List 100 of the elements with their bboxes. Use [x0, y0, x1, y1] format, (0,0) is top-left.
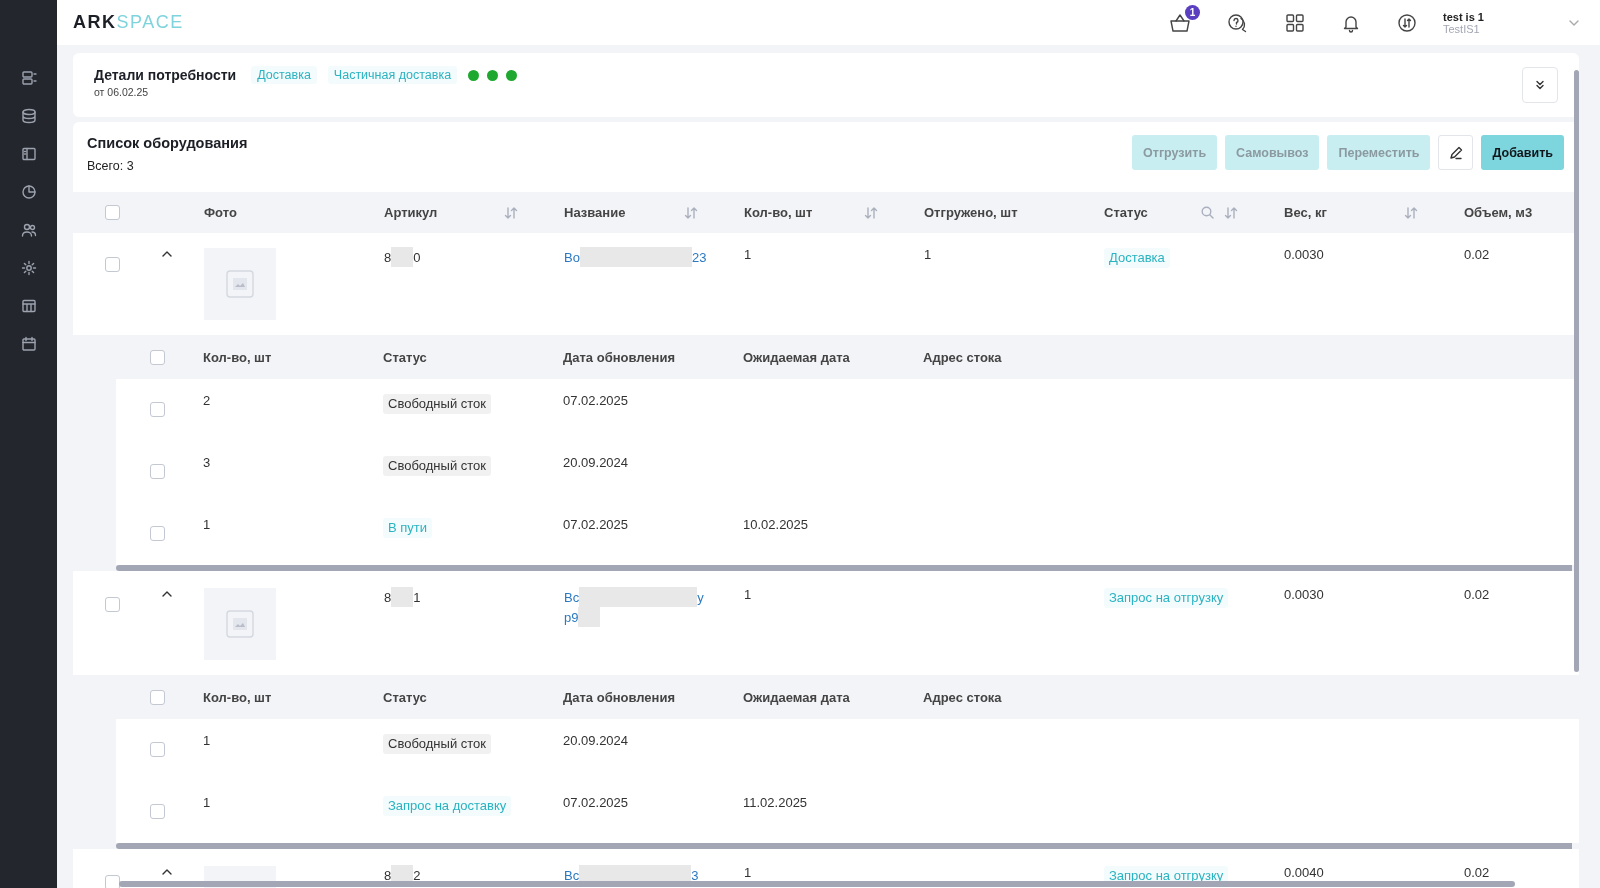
sort-icon[interactable]	[1404, 206, 1418, 219]
checkbox[interactable]	[150, 402, 165, 417]
image-icon	[226, 270, 254, 298]
list-icon[interactable]	[20, 70, 37, 86]
total-count: Всего: 3	[87, 159, 135, 173]
checkbox[interactable]	[150, 464, 165, 479]
column-header: Фото	[204, 205, 238, 220]
table-cell: 07.02.2025	[563, 795, 629, 810]
table-cell: 0.02	[1464, 587, 1490, 602]
sort-icon[interactable]	[864, 206, 878, 219]
user-login: TestIS1	[1443, 22, 1481, 35]
section-title: Список оборудования	[87, 135, 248, 151]
table-cell: 2	[203, 393, 211, 408]
chat-question-icon[interactable]	[1227, 12, 1249, 33]
basket-icon[interactable]	[1169, 12, 1191, 33]
user-name: test is 1	[1443, 10, 1485, 23]
column-header: Кол-во, шт	[744, 205, 814, 220]
checkbox[interactable]	[150, 689, 165, 705]
column-header: Артикул	[384, 205, 439, 220]
caret-up-icon[interactable]	[161, 869, 172, 875]
table-cell: 1	[203, 795, 211, 810]
sort-icon[interactable]	[504, 206, 518, 219]
column-header: Дата обновления	[562, 689, 677, 705]
table-cell: 11.02.2025	[743, 795, 808, 810]
chart-icon[interactable]	[20, 184, 37, 200]
column-header: Название	[564, 205, 627, 220]
table-cell: 1	[744, 865, 752, 880]
table-cell: 1	[203, 517, 211, 532]
table-cell: 0.0030	[1284, 587, 1324, 602]
table-cell: 20.09.2024	[563, 733, 629, 748]
search-icon[interactable]	[1201, 206, 1214, 219]
caret-up-icon[interactable]	[161, 251, 172, 257]
logo-text: SPACE	[116, 12, 184, 33]
status-badge: Свободный сток	[383, 394, 491, 414]
sort-icon[interactable]	[1224, 206, 1238, 219]
status-badge: Свободный сток	[383, 456, 491, 476]
horizontal-scrollbar[interactable]	[116, 843, 1572, 849]
table-cell: 1	[203, 733, 211, 748]
column-header: Статус	[382, 689, 428, 705]
logo[interactable]: ARKSPACE	[73, 12, 184, 33]
item-link[interactable]: Во 23	[564, 247, 707, 267]
column-header: Вес, кг	[1284, 205, 1328, 220]
table-cell: 0.02	[1464, 865, 1490, 880]
sort-icon[interactable]	[684, 206, 698, 219]
sync-icon[interactable]	[1397, 12, 1417, 33]
column-header: Объем, м3	[1464, 205, 1534, 220]
date-label: от 06.02.25	[94, 86, 150, 98]
double-chevron-icon	[1535, 80, 1545, 90]
table-cell: 0.02	[1464, 247, 1490, 262]
item-link[interactable]: Вс у р9	[564, 587, 704, 627]
chevron-down-icon[interactable]	[1568, 18, 1580, 27]
notification-badge: 1	[1185, 4, 1200, 20]
logo-text: ARK	[73, 12, 117, 33]
table-cell: 1	[744, 587, 752, 602]
edit-button[interactable]	[1438, 135, 1474, 170]
status-tag: Доставка	[251, 66, 317, 84]
pencil-icon	[1448, 145, 1463, 160]
status-tag: Частичная доставка	[327, 66, 458, 84]
column-header: Статус	[1104, 205, 1149, 220]
checkbox[interactable]	[150, 349, 165, 365]
column-header: Адрес стока	[922, 349, 1003, 365]
table-cell: 1	[744, 247, 752, 262]
table-cell: 07.02.2025	[563, 517, 629, 532]
status-badge: Запрос на доставку	[383, 796, 512, 816]
calendar-icon[interactable]	[20, 336, 37, 352]
column-header: Адрес стока	[922, 689, 1003, 705]
column-header: Отгружено, шт	[924, 205, 1019, 220]
horizontal-scrollbar[interactable]	[116, 565, 1572, 571]
collapse-button[interactable]	[1522, 67, 1558, 103]
horizontal-scrollbar[interactable]	[119, 881, 1515, 887]
add-button[interactable]: Добавить	[1481, 135, 1564, 170]
settings-icon[interactable]	[20, 260, 37, 276]
checkbox[interactable]	[105, 597, 120, 612]
column-header: Ожидаемая дата	[742, 349, 851, 365]
column-header: Дата обновления	[562, 349, 677, 365]
column-header: Ожидаемая дата	[742, 689, 851, 705]
users-icon[interactable]	[20, 222, 37, 238]
checkbox[interactable]	[105, 257, 120, 272]
status-badge: В пути	[383, 518, 433, 538]
article-number: 8 1	[384, 590, 421, 605]
article-number: 8 0	[384, 250, 421, 265]
grid-icon[interactable]	[1285, 12, 1305, 33]
column-header: Кол-во, шт	[202, 689, 273, 705]
checkbox[interactable]	[105, 205, 120, 220]
caret-up-icon[interactable]	[161, 591, 172, 597]
checkbox[interactable]	[105, 875, 120, 888]
checkbox[interactable]	[150, 526, 165, 541]
column-header: Статус	[382, 349, 428, 365]
database-icon[interactable]	[20, 108, 37, 124]
status-badge: Свободный сток	[383, 734, 491, 754]
table-icon[interactable]	[20, 298, 37, 314]
checkbox[interactable]	[150, 804, 165, 819]
table-cell: 0.0040	[1284, 865, 1324, 880]
image-icon	[226, 610, 254, 638]
table-cell: 07.02.2025	[563, 393, 629, 408]
vertical-scrollbar[interactable]	[1574, 70, 1579, 672]
checkbox[interactable]	[150, 742, 165, 757]
table-cell: 20.09.2024	[563, 455, 629, 470]
table-cell: 0.0030	[1284, 247, 1324, 262]
panel-icon[interactable]	[20, 146, 37, 162]
